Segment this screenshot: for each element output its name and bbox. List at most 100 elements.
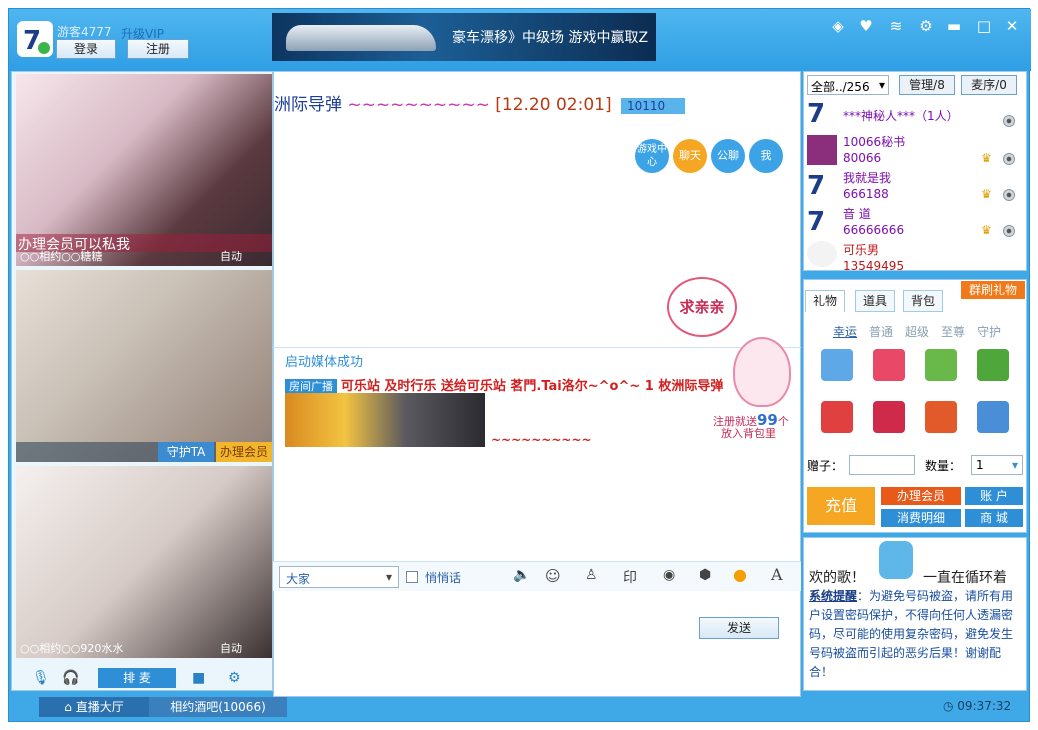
- svg-text:7: 7: [23, 26, 41, 56]
- close-icon[interactable]: ✕: [1001, 15, 1023, 37]
- gift-cat-lucky[interactable]: 幸运: [833, 323, 857, 340]
- tab-gifts[interactable]: 礼物: [805, 290, 845, 312]
- font-icon[interactable]: A: [771, 565, 783, 584]
- guard-ta-button[interactable]: 守护TA: [158, 442, 214, 462]
- user-id: 666188: [843, 187, 889, 201]
- user-filter-select[interactable]: 全部../256 ▾: [807, 75, 889, 95]
- mic-queue-tab[interactable]: 麦序/0: [961, 75, 1017, 95]
- room-id-badge: 10110: [621, 98, 686, 114]
- vip-button[interactable]: 办理会员: [216, 442, 272, 462]
- room-title: 洲际导弹: [274, 95, 342, 115]
- spending-detail-button[interactable]: 消费明细: [881, 509, 961, 527]
- settings-icon[interactable]: ⚙: [915, 15, 937, 37]
- send-button[interactable]: 发送: [699, 617, 779, 639]
- broadcast-tag: 房间广播: [285, 379, 337, 394]
- gift-item[interactable]: [821, 349, 853, 381]
- car-image: [286, 25, 436, 51]
- video-auto-1[interactable]: 自动: [220, 248, 242, 264]
- box-icon[interactable]: ⬢: [699, 567, 711, 583]
- promo-line2: 放入背包里: [721, 427, 776, 440]
- target-select-value: 大家: [286, 572, 311, 586]
- gift-item[interactable]: [873, 349, 905, 381]
- account-button[interactable]: 账 户: [965, 487, 1023, 505]
- stamp-icon[interactable]: 印: [623, 567, 637, 587]
- gift-item[interactable]: [821, 401, 853, 433]
- webcam-icon[interactable]: [1003, 225, 1015, 237]
- video-slot-1[interactable]: 办理会员可以私我 ○○相约○○糖糖 自动: [16, 74, 272, 266]
- user-name[interactable]: 音 道: [843, 205, 871, 222]
- camera-icon[interactable]: ■: [192, 670, 205, 686]
- room-tab[interactable]: 相约酒吧(10066): [149, 697, 287, 717]
- clock: ◷ 09:37:32: [943, 699, 1011, 713]
- system-notice: 系统提醒：为避免号码被盗，请所有用户设置密码保护，不得向任何人透漏密码，尽可能的…: [809, 587, 1021, 682]
- queue-mic-button[interactable]: 排 麦: [98, 668, 176, 688]
- public-chat-button[interactable]: 公聊: [711, 139, 745, 173]
- user-name[interactable]: ***神秘人***（1人）: [843, 107, 959, 124]
- promo-bubble[interactable]: 求亲亲: [667, 277, 737, 337]
- quantity-select[interactable]: 1 ▾: [971, 455, 1023, 475]
- maximize-icon[interactable]: □: [973, 15, 995, 37]
- recharge-button[interactable]: 充值: [807, 487, 875, 525]
- vip-button[interactable]: 办理会员: [881, 487, 961, 505]
- gift-cat-normal[interactable]: 普通: [869, 323, 893, 340]
- skin-icon[interactable]: ◈: [827, 15, 849, 37]
- admin-tab[interactable]: 管理/8: [899, 75, 955, 95]
- whisper-label: 悄悄话: [425, 571, 462, 585]
- gift-cat-guard[interactable]: 守护: [977, 323, 1001, 340]
- banner-text: 豪车漂移》中级场 游戏中赢取Z: [452, 30, 649, 46]
- app-logo-icon: 7: [17, 21, 53, 57]
- promo-unit: 个: [777, 415, 789, 428]
- wifi-icon[interactable]: ≋: [885, 15, 907, 37]
- gift-cat-supreme[interactable]: 至尊: [941, 323, 965, 340]
- group-gift-button[interactable]: 群刷礼物: [961, 281, 1025, 299]
- gift-item[interactable]: [925, 401, 957, 433]
- whisper-checkbox[interactable]: [406, 571, 418, 583]
- tab-backpack[interactable]: 背包: [903, 290, 943, 312]
- mascot-egg[interactable]: [733, 337, 791, 407]
- webcam-icon[interactable]: [1003, 115, 1015, 127]
- gift-item[interactable]: [925, 349, 957, 381]
- me-button[interactable]: 我: [749, 139, 783, 173]
- mall-button[interactable]: 商 城: [965, 509, 1023, 527]
- gift-cat-super[interactable]: 超级: [905, 323, 929, 340]
- gift-item[interactable]: [873, 401, 905, 433]
- user-filter-value: 全部../256: [811, 80, 870, 94]
- gift-item[interactable]: [977, 349, 1009, 381]
- person-icon[interactable]: ♙: [585, 567, 598, 583]
- heart-icon[interactable]: ♥: [855, 15, 877, 37]
- volume-icon[interactable]: 🔈: [513, 567, 530, 583]
- broadcast-line: 房间广播 可乐站 及时行乐 送给可乐站 茗門.Tai洛尔~^o^~ 1 枚洲际导…: [285, 375, 723, 394]
- quantity-label: 数量：: [925, 459, 962, 473]
- chevron-down-icon: ▾: [1011, 458, 1018, 472]
- gear-icon[interactable]: ⚙: [228, 670, 241, 686]
- recipient-input[interactable]: [849, 455, 915, 475]
- broadcast-tail: ~~~~~~~~~~: [491, 433, 592, 447]
- ad-banner[interactable]: 豪车漂移》中级场 游戏中赢取Z: [272, 13, 656, 61]
- hall-tab[interactable]: ⌂ 直播大厅: [39, 697, 149, 717]
- chat-tab-button[interactable]: 聊天: [673, 139, 707, 173]
- user-name[interactable]: 我就是我: [843, 169, 891, 186]
- user-name[interactable]: 可乐男: [843, 241, 879, 258]
- gift-item[interactable]: [977, 401, 1009, 433]
- mic-icon[interactable]: 🎙: [32, 670, 50, 686]
- video-slot-2[interactable]: 守护TA 办理会员: [16, 270, 272, 462]
- register-button[interactable]: 注册: [127, 39, 189, 59]
- webcam-icon[interactable]: [1003, 153, 1015, 165]
- tab-props[interactable]: 道具: [855, 290, 895, 312]
- emoji-icon[interactable]: ☺: [545, 567, 561, 585]
- webcam-icon[interactable]: ◉: [663, 567, 675, 583]
- video-slot-3[interactable]: ○○相约○○920水水 自动: [16, 466, 272, 658]
- webcam-icon[interactable]: [1003, 189, 1015, 201]
- user-name[interactable]: 10066秘书: [843, 133, 905, 150]
- target-select[interactable]: 大家 ▾: [279, 566, 399, 588]
- hall-label: 直播大厅: [75, 700, 124, 714]
- minimize-icon[interactable]: ▬: [943, 15, 965, 37]
- video-auto-3[interactable]: 自动: [220, 640, 242, 656]
- orange-icon[interactable]: ●: [733, 565, 747, 584]
- headset-icon[interactable]: 🎧: [62, 670, 79, 686]
- login-button[interactable]: 登录: [56, 39, 116, 59]
- song-text: 欢的歌！: [809, 570, 865, 586]
- room-time: [12.20 02:01]: [495, 95, 612, 115]
- divider: [273, 347, 801, 348]
- game-center-button[interactable]: 游戏中心: [635, 139, 669, 173]
